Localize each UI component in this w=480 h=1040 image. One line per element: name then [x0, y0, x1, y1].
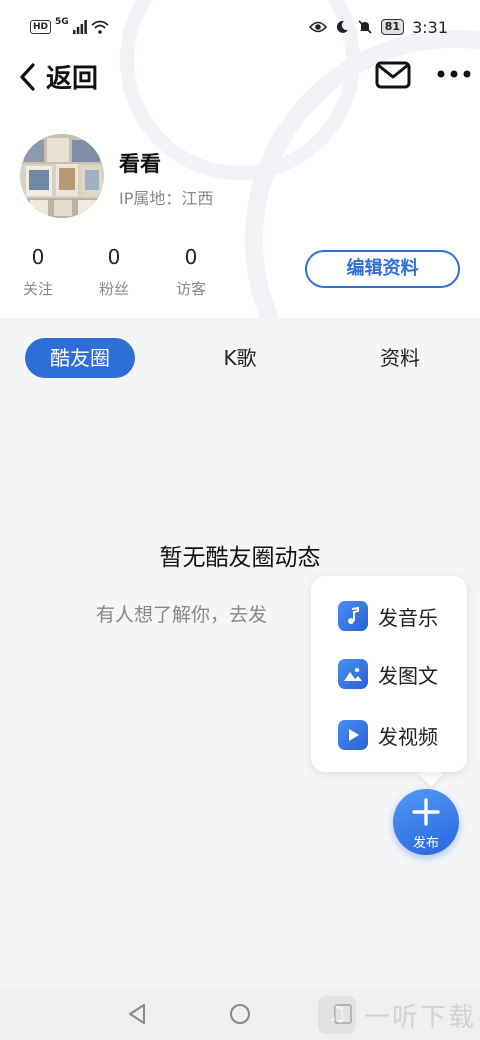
publish-image-text-item[interactable]: 发图文: [338, 659, 438, 689]
empty-state-subtitle: 有人想了解你，去发: [96, 604, 268, 626]
chevron-left-icon: [20, 62, 35, 91]
empty-state-title: 暂无酷友圈动态: [159, 545, 321, 571]
play-icon: [338, 720, 368, 750]
moon-icon: [336, 20, 348, 33]
status-right: 81 3:31: [308, 16, 448, 38]
avatar-image: [20, 134, 104, 218]
nav-back-icon[interactable]: [126, 1002, 148, 1026]
stat-label: 关注: [22, 280, 53, 298]
stat-value: 0: [31, 245, 45, 269]
avatar[interactable]: [20, 134, 104, 218]
tab-friend-circle[interactable]: 酷友圈: [25, 338, 135, 378]
network-label: 5G: [55, 17, 69, 27]
back-button[interactable]: 返回: [18, 58, 98, 95]
watermark-text: 一听下载: [364, 1002, 477, 1033]
image-icon: [338, 659, 368, 689]
signal-icon: [72, 20, 87, 34]
stat-value: 0: [184, 245, 198, 269]
watermark: ♫ 一听下载: [318, 995, 476, 1035]
watermark-logo: ♫: [318, 996, 356, 1034]
publish-music-item[interactable]: 发音乐: [338, 601, 438, 631]
publish-image-text-label: 发图文: [378, 663, 438, 688]
nav-home-icon[interactable]: [228, 1002, 252, 1026]
status-time: 3:31: [412, 17, 448, 37]
stat-label: 访客: [175, 280, 206, 298]
ip-location: IP属地：江西: [119, 189, 214, 208]
back-label: 返回: [46, 64, 99, 94]
status-bar: HD 5G 81 3:31: [0, 0, 480, 56]
more-icon: [437, 70, 471, 78]
battery-indicator: 81: [380, 19, 405, 35]
music-note-icon: [338, 601, 368, 631]
profile-info: 看看 IP属地：江西: [20, 134, 460, 224]
publish-video-label: 发视频: [378, 724, 438, 749]
mail-icon: [375, 61, 411, 89]
publish-video-item[interactable]: 发视频: [338, 720, 438, 750]
user-name: 看看: [119, 152, 161, 176]
edit-profile-button[interactable]: 编辑资料: [305, 250, 460, 288]
publish-fab-label: 发布: [412, 836, 439, 851]
stat-visitors[interactable]: 0 访客: [161, 244, 221, 299]
stat-value: 0: [107, 245, 121, 269]
stat-following[interactable]: 0 关注: [8, 244, 68, 299]
eye-icon: [308, 21, 327, 33]
publish-music-label: 发音乐: [378, 605, 438, 630]
tab-bar: 酷友圈 K歌 资料: [0, 338, 480, 380]
top-nav: 返回: [0, 56, 480, 98]
publish-menu: 发音乐 发图文 发视频: [311, 576, 467, 772]
stat-label: 粉丝: [98, 280, 129, 298]
stat-fans[interactable]: 0 粉丝: [84, 244, 144, 299]
tab-karaoke[interactable]: K歌: [200, 338, 280, 378]
hd-badge: HD: [30, 20, 52, 34]
plus-icon: [412, 798, 440, 826]
status-left: HD 5G: [30, 17, 109, 37]
tab-profile-info[interactable]: 资料: [360, 338, 440, 378]
bell-muted-icon: [358, 20, 372, 34]
message-button[interactable]: [375, 60, 411, 94]
publish-fab[interactable]: 发布: [393, 789, 459, 855]
more-button[interactable]: [436, 64, 472, 88]
wifi-icon: [91, 20, 109, 34]
